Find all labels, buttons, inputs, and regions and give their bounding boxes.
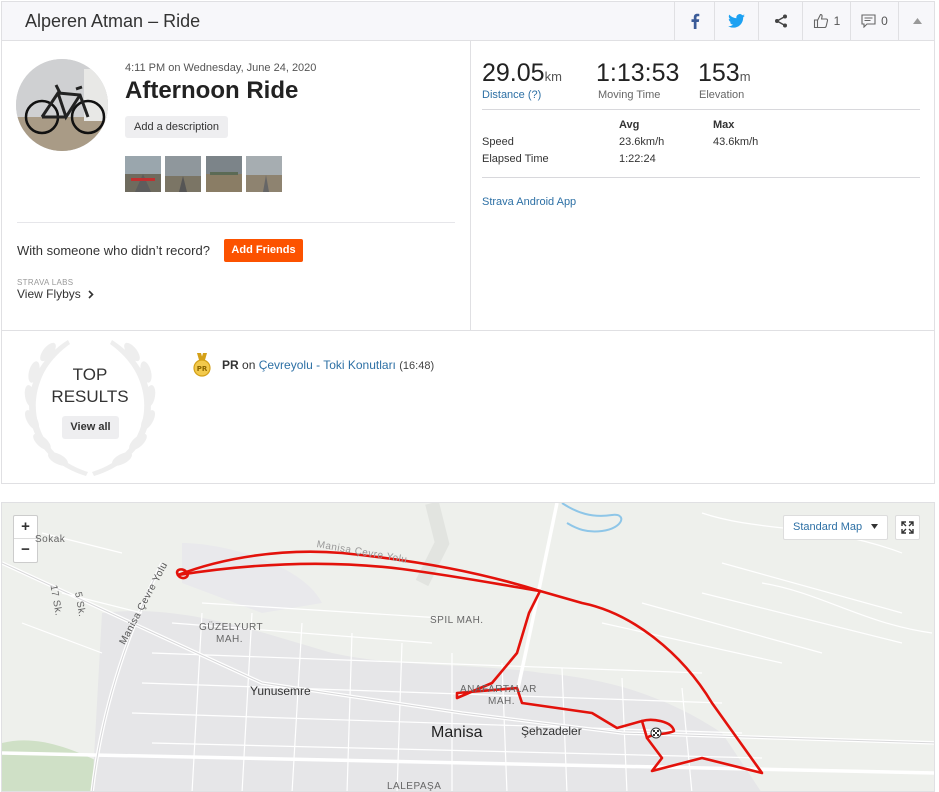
strava-labs-label: STRAVA LABS <box>17 278 74 287</box>
page-title: Alperen Atman – Ride <box>25 11 201 31</box>
caret-up-icon <box>912 18 922 24</box>
distance-unit: km <box>544 69 562 84</box>
map-label-sokak: Sokak <box>35 534 66 545</box>
top-results-section: TOP RESULTS View all PR PR on Çevreyolu … <box>1 330 935 484</box>
activity-name: Afternoon Ride <box>125 77 299 104</box>
caret-down-icon <box>871 524 879 529</box>
photo-thumbnail[interactable] <box>246 156 282 192</box>
photo-thumbnail[interactable] <box>125 156 161 192</box>
chevron-right-icon <box>88 290 94 299</box>
map-label-guzelyurt: GÜZELYURT <box>199 622 264 633</box>
add-friends-button[interactable]: Add Friends <box>224 239 303 262</box>
activity-header: Alperen Atman – Ride 1 0 <box>1 1 935 41</box>
distance-number: 29.05 <box>482 59 545 87</box>
elevation-label: Elevation <box>699 89 745 101</box>
max-header: Max <box>713 119 735 131</box>
map-label-spil: SPIL MAH. <box>430 615 484 626</box>
svg-text:PR: PR <box>197 365 208 373</box>
stats-divider <box>482 109 920 110</box>
speed-avg: 23.6km/h <box>619 136 665 148</box>
map-label-yunusemre: Yunusemre <box>250 684 311 698</box>
bicycle-photo <box>16 59 108 151</box>
zoom-out-button[interactable]: − <box>14 539 37 562</box>
segment-time: (16:48) <box>399 360 435 372</box>
view-flybys-label: View Flybys <box>17 287 81 301</box>
map-type-select[interactable]: Standard Map <box>783 515 888 540</box>
pr-label: PR <box>222 358 239 372</box>
top-results-line2: RESULTS <box>51 387 129 406</box>
activity-date: 4:11 PM on Wednesday, June 24, 2020 <box>125 62 317 74</box>
with-someone-prompt: With someone who didn’t record? <box>17 243 210 258</box>
elevation-number: 153 <box>698 59 740 87</box>
stats-divider <box>482 177 920 178</box>
photo-image <box>165 156 201 192</box>
thumbs-up-icon <box>813 13 828 29</box>
comments-button[interactable]: 0 <box>850 2 898 40</box>
expand-icon <box>901 521 914 534</box>
section-divider <box>17 222 455 223</box>
map-type-label: Standard Map <box>793 521 863 533</box>
speed-label: Speed <box>482 136 514 148</box>
device-link[interactable]: Strava Android App <box>482 196 576 208</box>
map-label-anafartalar-mah: MAH. <box>488 696 515 707</box>
comment-icon <box>861 14 876 28</box>
pr-result: PR on Çevreyolu - Toki Konutları (16:48) <box>222 358 434 372</box>
moving-time-value: 1:13:53 <box>596 59 680 87</box>
map-canvas <box>2 503 934 791</box>
map-label-lalepasa: LALEPAŞA <box>387 781 442 792</box>
kudos-count: 1 <box>833 14 841 28</box>
fullscreen-button[interactable] <box>895 515 920 540</box>
share-button[interactable] <box>758 2 802 40</box>
zoom-in-button[interactable]: + <box>14 516 37 539</box>
distance-label[interactable]: Distance (?) <box>482 89 541 101</box>
map-label-guzelyurt-mah: MAH. <box>216 634 243 645</box>
facebook-share-button[interactable] <box>674 2 714 40</box>
segment-link[interactable]: Çevreyolu - Toki Konutları <box>259 358 396 372</box>
distance-value: 29.05km <box>482 59 562 88</box>
map-label-anafartalar: ANAFARTALAR <box>460 684 537 695</box>
add-description-button[interactable]: Add a description <box>125 116 228 138</box>
map-label-sehzadeler: Şehzadeler <box>521 724 582 738</box>
kudos-button[interactable]: 1 <box>802 2 850 40</box>
elevation-value: 153m <box>698 59 751 88</box>
photo-image <box>246 156 282 192</box>
elevation-unit: m <box>739 69 751 84</box>
collapse-button[interactable] <box>898 2 935 40</box>
view-all-button[interactable]: View all <box>62 416 119 439</box>
pr-medal-icon: PR <box>193 353 211 377</box>
twitter-share-button[interactable] <box>714 2 758 40</box>
twitter-icon <box>728 14 745 28</box>
photo-image <box>206 156 242 192</box>
photo-thumbnail[interactable] <box>165 156 201 192</box>
speed-max: 43.6km/h <box>713 136 759 148</box>
activity-map[interactable]: + − Standard Map Sokak 17 Sk. 5 Sk. Mani… <box>1 502 935 792</box>
top-results-line1: TOP <box>72 365 108 384</box>
elapsed-time-label: Elapsed Time <box>482 153 549 165</box>
share-icon <box>774 14 787 28</box>
column-divider <box>470 41 471 330</box>
view-flybys-link[interactable]: View Flybys <box>17 287 95 301</box>
activity-summary: 4:11 PM on Wednesday, June 24, 2020 Afte… <box>1 41 935 331</box>
moving-time-label: Moving Time <box>598 89 661 101</box>
facebook-icon <box>691 13 699 29</box>
photo-image <box>125 156 161 192</box>
avg-header: Avg <box>619 119 640 131</box>
photo-thumbnail[interactable] <box>206 156 242 192</box>
athlete-avatar[interactable] <box>16 59 108 151</box>
map-label-manisa: Manisa <box>431 724 483 741</box>
pr-on-text: on <box>242 358 256 372</box>
elapsed-time-avg: 1:22:24 <box>619 153 656 165</box>
comment-count: 0 <box>881 14 888 28</box>
top-results-title: TOP RESULTS <box>36 364 144 408</box>
